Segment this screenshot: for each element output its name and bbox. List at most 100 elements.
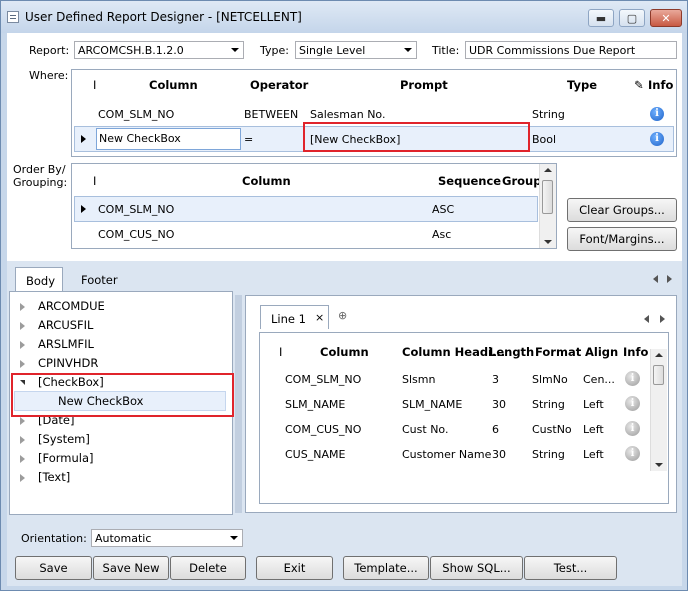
close-tab-icon[interactable]: × xyxy=(315,311,324,324)
where-col-type: Type xyxy=(567,78,598,92)
title-input[interactable]: UDR Commissions Due Report xyxy=(465,41,677,59)
expand-icon[interactable] xyxy=(20,417,25,425)
orderby-col-group: Group xyxy=(502,174,542,188)
where-row1-type[interactable]: String xyxy=(532,108,565,121)
fields-row4-align[interactable]: Left xyxy=(583,448,604,461)
tree-item-system[interactable]: [System] xyxy=(38,432,90,446)
expand-icon[interactable] xyxy=(20,474,25,482)
report-value: ARCOMCSH.B.1.2.0 xyxy=(78,44,184,57)
add-line-icon[interactable]: ⊕ xyxy=(338,309,347,322)
expand-icon[interactable] xyxy=(20,360,25,368)
type-value: Single Level xyxy=(299,44,366,57)
orientation-combo[interactable]: Automatic xyxy=(91,529,243,547)
tree-item-cpinvhdr[interactable]: CPINVHDR xyxy=(38,356,98,370)
where-row2-operator[interactable]: = xyxy=(244,133,253,146)
tab-left-arrow-icon[interactable] xyxy=(653,275,658,283)
orderby-row1-column[interactable]: COM_SLM_NO xyxy=(98,203,174,216)
line-left-arrow-icon[interactable] xyxy=(644,315,649,323)
fields-row2-format[interactable]: String xyxy=(532,398,565,411)
save-button[interactable]: Save xyxy=(15,556,92,580)
fields-row2-align[interactable]: Left xyxy=(583,398,604,411)
maximize-button[interactable]: ▢ xyxy=(619,9,645,27)
orderby-row2-column[interactable]: COM_CUS_NO xyxy=(98,228,174,241)
scroll-down-icon[interactable] xyxy=(544,240,552,244)
test-button[interactable]: Test... xyxy=(524,556,617,580)
tree-item-arcusfil[interactable]: ARCUSFIL xyxy=(38,318,93,332)
top-panel: Report: ARCOMCSH.B.1.2.0 Type: Single Le… xyxy=(7,33,682,261)
fields-row3-align[interactable]: Left xyxy=(583,423,604,436)
info-icon[interactable]: i xyxy=(625,396,640,411)
fields-row1-format[interactable]: SlmNo xyxy=(532,373,568,386)
scroll-thumb[interactable] xyxy=(542,180,553,214)
info-icon[interactable]: i xyxy=(625,421,640,436)
where-row1-prompt[interactable]: Salesman No. xyxy=(310,108,385,121)
fields-row4-format[interactable]: String xyxy=(532,448,565,461)
orderby-scrollbar[interactable] xyxy=(539,164,556,248)
clear-groups-button[interactable]: Clear Groups... xyxy=(567,198,677,222)
fields-row2-heading[interactable]: SLM_NAME xyxy=(402,398,462,411)
type-combo[interactable]: Single Level xyxy=(295,41,417,59)
tree-item-text[interactable]: [Text] xyxy=(38,470,70,484)
fields-scrollbar[interactable] xyxy=(650,349,667,471)
where-row1-column[interactable]: COM_SLM_NO xyxy=(98,108,174,121)
fields-row3-format[interactable]: CustNo xyxy=(532,423,572,436)
font-margins-button[interactable]: Font/Margins... xyxy=(567,227,677,251)
fields-row4-column[interactable]: CUS_NAME xyxy=(285,448,345,461)
row-pointer-icon xyxy=(81,205,86,213)
orientation-label: Orientation: xyxy=(21,532,87,545)
orderby-col-column: Column xyxy=(242,174,291,188)
row-header-marker: I xyxy=(93,174,97,188)
fields-row1-align[interactable]: Cen... xyxy=(583,373,615,386)
tab-body[interactable]: Body xyxy=(15,267,63,291)
fields-col-align: Align xyxy=(585,345,619,359)
orderby-row1-sequence[interactable]: ASC xyxy=(432,203,454,216)
fields-col-format: Format xyxy=(535,345,582,359)
delete-button[interactable]: Delete xyxy=(170,556,246,580)
info-icon[interactable]: i xyxy=(625,371,640,386)
show-sql-button[interactable]: Show SQL... xyxy=(430,556,523,580)
exit-button[interactable]: Exit xyxy=(256,556,333,580)
tab-right-arrow-icon[interactable] xyxy=(667,275,672,283)
expand-icon[interactable] xyxy=(20,341,25,349)
scroll-down-icon[interactable] xyxy=(655,463,663,467)
highlight-prompt-box xyxy=(303,122,530,152)
expand-icon[interactable] xyxy=(20,436,25,444)
where-row2-type[interactable]: Bool xyxy=(532,133,556,146)
fields-row2-column[interactable]: SLM_NAME xyxy=(285,398,345,411)
orderby-row2-sequence[interactable]: Asc xyxy=(432,228,451,241)
tab-line-1[interactable]: Line 1 × xyxy=(260,305,329,329)
expand-icon[interactable] xyxy=(20,322,25,330)
fields-row1-length[interactable]: 3 xyxy=(492,373,499,386)
info-icon[interactable]: i xyxy=(650,107,664,121)
expand-icon[interactable] xyxy=(20,303,25,311)
fields-row3-heading[interactable]: Cust No. xyxy=(402,423,448,436)
fields-col-column: Column xyxy=(320,345,369,359)
where-row2-column[interactable]: New CheckBox xyxy=(96,128,241,150)
splitter[interactable] xyxy=(235,295,242,513)
fields-row3-length[interactable]: 6 xyxy=(492,423,499,436)
tab-footer[interactable]: Footer xyxy=(81,273,118,287)
where-row1-operator[interactable]: BETWEEN xyxy=(244,108,298,121)
tree-item-arcomdue[interactable]: ARCOMDUE xyxy=(38,299,105,313)
fields-row2-length[interactable]: 30 xyxy=(492,398,506,411)
minimize-button[interactable]: ▬ xyxy=(588,9,614,27)
fields-row1-heading[interactable]: Slsmn xyxy=(402,373,435,386)
report-combo[interactable]: ARCOMCSH.B.1.2.0 xyxy=(74,41,244,59)
fields-row3-column[interactable]: COM_CUS_NO xyxy=(285,423,361,436)
close-button[interactable]: ✕ xyxy=(650,9,682,27)
save-new-button[interactable]: Save New xyxy=(93,556,169,580)
info-icon[interactable]: i xyxy=(650,132,664,146)
tree-item-arslmfil[interactable]: ARSLMFIL xyxy=(38,337,94,351)
scroll-thumb[interactable] xyxy=(653,365,664,385)
fields-row1-column[interactable]: COM_SLM_NO xyxy=(285,373,361,386)
scroll-up-icon[interactable] xyxy=(544,168,552,172)
tree-item-formula[interactable]: [Formula] xyxy=(38,451,93,465)
scroll-up-icon[interactable] xyxy=(655,353,663,357)
fields-row4-heading[interactable]: Customer Name xyxy=(402,448,491,461)
fields-row4-length[interactable]: 30 xyxy=(492,448,506,461)
info-icon[interactable]: i xyxy=(625,446,640,461)
template-button[interactable]: Template... xyxy=(343,556,429,580)
highlight-checkbox-tree xyxy=(11,373,234,417)
line-right-arrow-icon[interactable] xyxy=(660,315,665,323)
expand-icon[interactable] xyxy=(20,455,25,463)
